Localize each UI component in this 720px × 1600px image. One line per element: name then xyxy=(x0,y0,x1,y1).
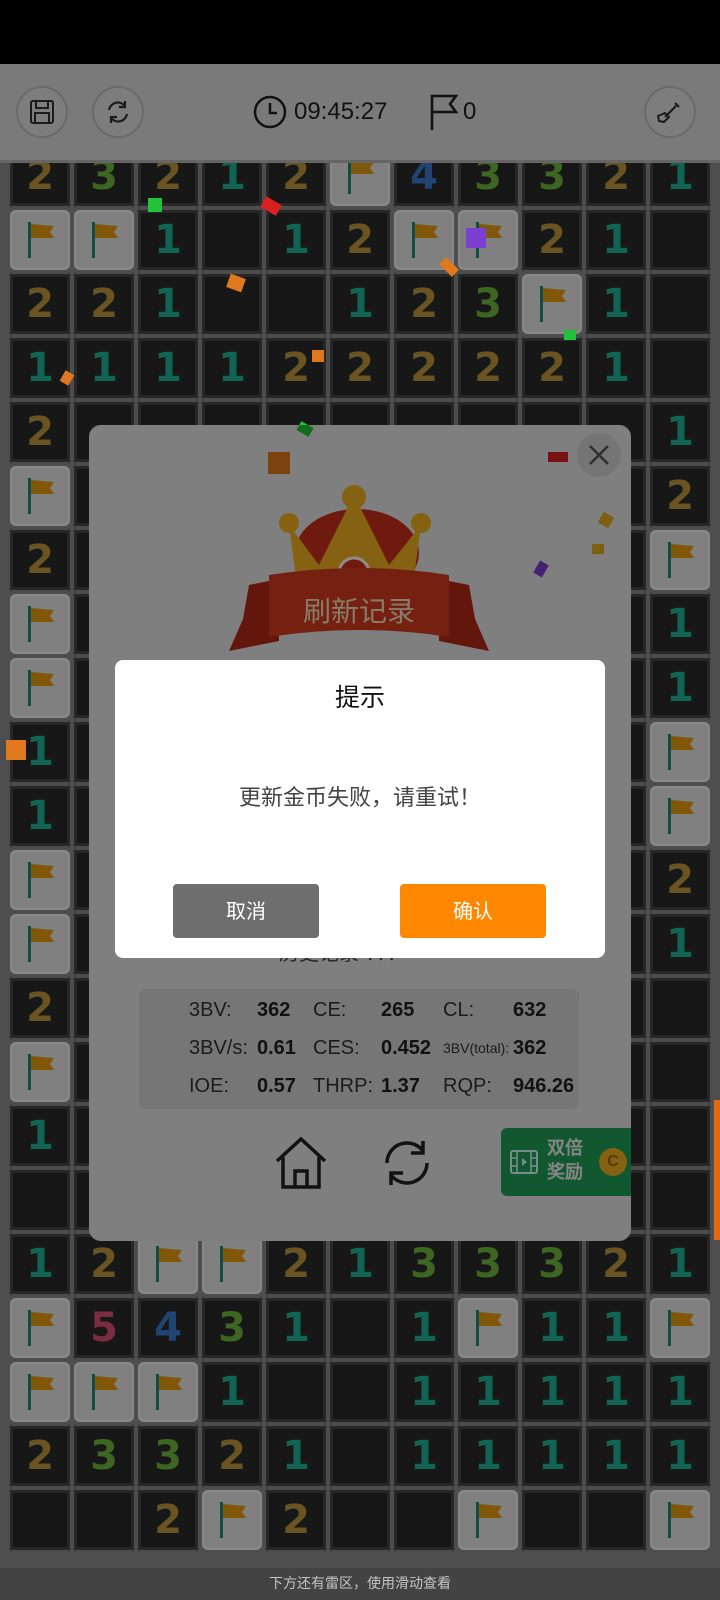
scroll-indicator[interactable] xyxy=(714,1100,720,1240)
confetti-piece xyxy=(6,740,26,760)
alert-dialog: 提示 更新金币失败，请重试！ 取消 确认 xyxy=(115,660,605,958)
confetti-piece xyxy=(466,228,486,248)
cancel-button[interactable]: 取消 xyxy=(173,884,319,938)
confetti-piece xyxy=(148,198,162,212)
dialog-title: 提示 xyxy=(334,683,385,712)
scroll-hint: 下方还有雷区，使用滑动查看 xyxy=(0,1568,720,1600)
dialog-message: 更新金币失败，请重试！ xyxy=(238,786,481,811)
confetti-piece xyxy=(564,330,576,340)
confetti-piece xyxy=(312,350,324,362)
confirm-button[interactable]: 确认 xyxy=(400,884,546,938)
status-bar xyxy=(0,0,720,64)
